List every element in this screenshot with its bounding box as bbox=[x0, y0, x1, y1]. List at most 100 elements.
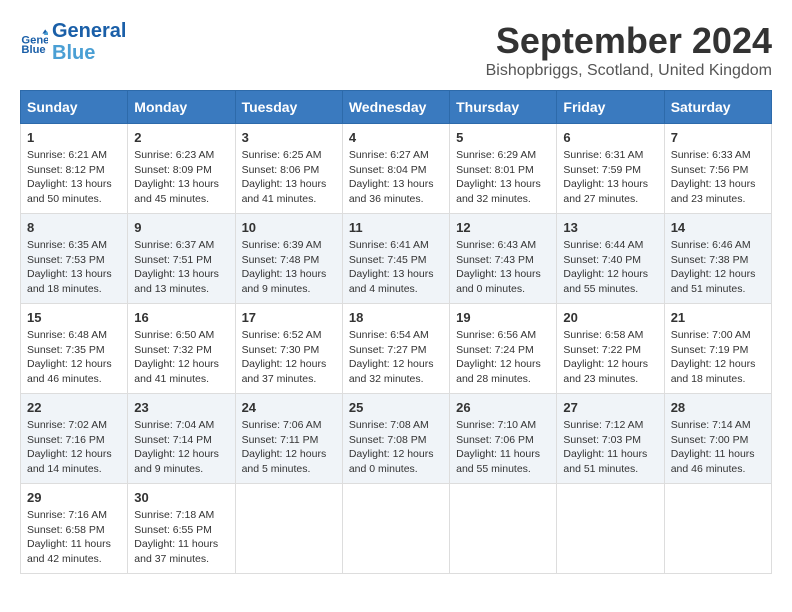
calendar-cell: 29 Sunrise: 7:16 AM Sunset: 6:58 PM Dayl… bbox=[21, 484, 128, 574]
calendar-cell bbox=[235, 484, 342, 574]
day-info: Sunrise: 6:50 AM Sunset: 7:32 PM Dayligh… bbox=[134, 328, 228, 387]
calendar-week-row: 1 Sunrise: 6:21 AM Sunset: 8:12 PM Dayli… bbox=[21, 124, 772, 214]
day-number: 24 bbox=[242, 400, 336, 415]
calendar-cell: 8 Sunrise: 6:35 AM Sunset: 7:53 PM Dayli… bbox=[21, 214, 128, 304]
day-info: Sunrise: 7:00 AM Sunset: 7:19 PM Dayligh… bbox=[671, 328, 765, 387]
day-number: 13 bbox=[563, 220, 657, 235]
calendar-cell bbox=[557, 484, 664, 574]
weekday-header-monday: Monday bbox=[128, 91, 235, 124]
day-number: 30 bbox=[134, 490, 228, 505]
calendar-cell: 5 Sunrise: 6:29 AM Sunset: 8:01 PM Dayli… bbox=[450, 124, 557, 214]
day-number: 12 bbox=[456, 220, 550, 235]
calendar-cell: 21 Sunrise: 7:00 AM Sunset: 7:19 PM Dayl… bbox=[664, 304, 771, 394]
month-title: September 2024 bbox=[486, 20, 772, 62]
weekday-header-sunday: Sunday bbox=[21, 91, 128, 124]
day-number: 10 bbox=[242, 220, 336, 235]
calendar-cell: 17 Sunrise: 6:52 AM Sunset: 7:30 PM Dayl… bbox=[235, 304, 342, 394]
day-number: 19 bbox=[456, 310, 550, 325]
day-info: Sunrise: 6:37 AM Sunset: 7:51 PM Dayligh… bbox=[134, 238, 228, 297]
day-number: 23 bbox=[134, 400, 228, 415]
day-info: Sunrise: 6:25 AM Sunset: 8:06 PM Dayligh… bbox=[242, 148, 336, 207]
logo-text: General Blue bbox=[52, 20, 126, 64]
day-number: 28 bbox=[671, 400, 765, 415]
calendar-cell: 6 Sunrise: 6:31 AM Sunset: 7:59 PM Dayli… bbox=[557, 124, 664, 214]
day-info: Sunrise: 7:08 AM Sunset: 7:08 PM Dayligh… bbox=[349, 418, 443, 477]
logo-line2: Blue bbox=[52, 42, 126, 64]
logo-icon: General Blue bbox=[20, 28, 48, 56]
calendar-cell: 25 Sunrise: 7:08 AM Sunset: 7:08 PM Dayl… bbox=[342, 394, 449, 484]
calendar-cell: 30 Sunrise: 7:18 AM Sunset: 6:55 PM Dayl… bbox=[128, 484, 235, 574]
title-section: September 2024 Bishopbriggs, Scotland, U… bbox=[486, 20, 772, 80]
day-info: Sunrise: 7:04 AM Sunset: 7:14 PM Dayligh… bbox=[134, 418, 228, 477]
day-info: Sunrise: 6:54 AM Sunset: 7:27 PM Dayligh… bbox=[349, 328, 443, 387]
calendar-cell: 23 Sunrise: 7:04 AM Sunset: 7:14 PM Dayl… bbox=[128, 394, 235, 484]
day-number: 16 bbox=[134, 310, 228, 325]
day-number: 4 bbox=[349, 130, 443, 145]
logo: General Blue General Blue bbox=[20, 20, 126, 64]
calendar-cell: 13 Sunrise: 6:44 AM Sunset: 7:40 PM Dayl… bbox=[557, 214, 664, 304]
day-number: 29 bbox=[27, 490, 121, 505]
location-title: Bishopbriggs, Scotland, United Kingdom bbox=[486, 62, 772, 80]
calendar-cell: 26 Sunrise: 7:10 AM Sunset: 7:06 PM Dayl… bbox=[450, 394, 557, 484]
weekday-header-wednesday: Wednesday bbox=[342, 91, 449, 124]
calendar-cell: 14 Sunrise: 6:46 AM Sunset: 7:38 PM Dayl… bbox=[664, 214, 771, 304]
day-info: Sunrise: 7:12 AM Sunset: 7:03 PM Dayligh… bbox=[563, 418, 657, 477]
day-info: Sunrise: 6:48 AM Sunset: 7:35 PM Dayligh… bbox=[27, 328, 121, 387]
svg-text:Blue: Blue bbox=[21, 44, 45, 56]
day-info: Sunrise: 6:41 AM Sunset: 7:45 PM Dayligh… bbox=[349, 238, 443, 297]
day-number: 8 bbox=[27, 220, 121, 235]
weekday-header-friday: Friday bbox=[557, 91, 664, 124]
calendar-table: SundayMondayTuesdayWednesdayThursdayFrid… bbox=[20, 90, 772, 574]
day-number: 22 bbox=[27, 400, 121, 415]
calendar-cell: 1 Sunrise: 6:21 AM Sunset: 8:12 PM Dayli… bbox=[21, 124, 128, 214]
page-header: General Blue General Blue September 2024… bbox=[20, 20, 772, 80]
day-info: Sunrise: 6:23 AM Sunset: 8:09 PM Dayligh… bbox=[134, 148, 228, 207]
day-info: Sunrise: 6:21 AM Sunset: 8:12 PM Dayligh… bbox=[27, 148, 121, 207]
day-info: Sunrise: 6:56 AM Sunset: 7:24 PM Dayligh… bbox=[456, 328, 550, 387]
weekday-header-row: SundayMondayTuesdayWednesdayThursdayFrid… bbox=[21, 91, 772, 124]
calendar-week-row: 15 Sunrise: 6:48 AM Sunset: 7:35 PM Dayl… bbox=[21, 304, 772, 394]
calendar-cell: 28 Sunrise: 7:14 AM Sunset: 7:00 PM Dayl… bbox=[664, 394, 771, 484]
calendar-cell bbox=[450, 484, 557, 574]
day-number: 18 bbox=[349, 310, 443, 325]
calendar-cell: 11 Sunrise: 6:41 AM Sunset: 7:45 PM Dayl… bbox=[342, 214, 449, 304]
calendar-cell bbox=[342, 484, 449, 574]
calendar-cell: 19 Sunrise: 6:56 AM Sunset: 7:24 PM Dayl… bbox=[450, 304, 557, 394]
calendar-cell: 22 Sunrise: 7:02 AM Sunset: 7:16 PM Dayl… bbox=[21, 394, 128, 484]
calendar-cell: 15 Sunrise: 6:48 AM Sunset: 7:35 PM Dayl… bbox=[21, 304, 128, 394]
calendar-cell: 4 Sunrise: 6:27 AM Sunset: 8:04 PM Dayli… bbox=[342, 124, 449, 214]
calendar-cell: 27 Sunrise: 7:12 AM Sunset: 7:03 PM Dayl… bbox=[557, 394, 664, 484]
day-number: 17 bbox=[242, 310, 336, 325]
day-info: Sunrise: 7:06 AM Sunset: 7:11 PM Dayligh… bbox=[242, 418, 336, 477]
calendar-cell: 20 Sunrise: 6:58 AM Sunset: 7:22 PM Dayl… bbox=[557, 304, 664, 394]
weekday-header-thursday: Thursday bbox=[450, 91, 557, 124]
day-number: 25 bbox=[349, 400, 443, 415]
day-number: 15 bbox=[27, 310, 121, 325]
day-info: Sunrise: 7:10 AM Sunset: 7:06 PM Dayligh… bbox=[456, 418, 550, 477]
day-number: 26 bbox=[456, 400, 550, 415]
day-info: Sunrise: 6:52 AM Sunset: 7:30 PM Dayligh… bbox=[242, 328, 336, 387]
day-info: Sunrise: 6:31 AM Sunset: 7:59 PM Dayligh… bbox=[563, 148, 657, 207]
day-info: Sunrise: 6:39 AM Sunset: 7:48 PM Dayligh… bbox=[242, 238, 336, 297]
day-info: Sunrise: 6:35 AM Sunset: 7:53 PM Dayligh… bbox=[27, 238, 121, 297]
day-info: Sunrise: 7:14 AM Sunset: 7:00 PM Dayligh… bbox=[671, 418, 765, 477]
day-number: 9 bbox=[134, 220, 228, 235]
day-info: Sunrise: 6:27 AM Sunset: 8:04 PM Dayligh… bbox=[349, 148, 443, 207]
calendar-week-row: 22 Sunrise: 7:02 AM Sunset: 7:16 PM Dayl… bbox=[21, 394, 772, 484]
day-number: 1 bbox=[27, 130, 121, 145]
day-number: 14 bbox=[671, 220, 765, 235]
day-number: 11 bbox=[349, 220, 443, 235]
weekday-header-tuesday: Tuesday bbox=[235, 91, 342, 124]
calendar-cell: 2 Sunrise: 6:23 AM Sunset: 8:09 PM Dayli… bbox=[128, 124, 235, 214]
logo-line1: General bbox=[52, 20, 126, 42]
day-info: Sunrise: 6:29 AM Sunset: 8:01 PM Dayligh… bbox=[456, 148, 550, 207]
day-number: 27 bbox=[563, 400, 657, 415]
day-info: Sunrise: 6:58 AM Sunset: 7:22 PM Dayligh… bbox=[563, 328, 657, 387]
day-info: Sunrise: 6:46 AM Sunset: 7:38 PM Dayligh… bbox=[671, 238, 765, 297]
weekday-header-saturday: Saturday bbox=[664, 91, 771, 124]
calendar-cell: 24 Sunrise: 7:06 AM Sunset: 7:11 PM Dayl… bbox=[235, 394, 342, 484]
calendar-week-row: 8 Sunrise: 6:35 AM Sunset: 7:53 PM Dayli… bbox=[21, 214, 772, 304]
day-info: Sunrise: 6:43 AM Sunset: 7:43 PM Dayligh… bbox=[456, 238, 550, 297]
calendar-cell: 18 Sunrise: 6:54 AM Sunset: 7:27 PM Dayl… bbox=[342, 304, 449, 394]
day-number: 5 bbox=[456, 130, 550, 145]
